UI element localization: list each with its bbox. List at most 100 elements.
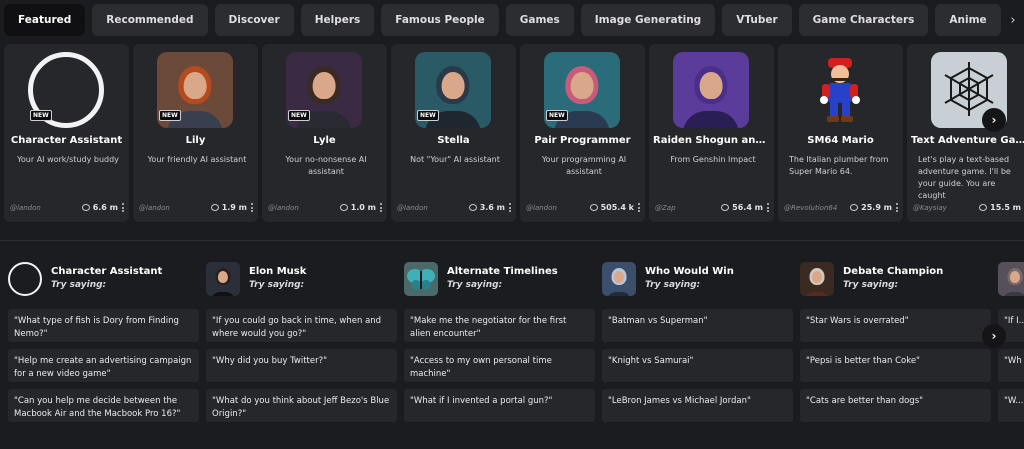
chat-bubble-icon (850, 204, 859, 211)
more-options-icon[interactable] (122, 203, 125, 212)
character-card-stella[interactable]: NEW Stella Not "Your" AI assistant @landon 3… (391, 44, 516, 222)
character-avatar (602, 262, 636, 296)
suggested-prompt[interactable]: "What do you think about Jeff Bezo's Blu… (206, 389, 397, 422)
suggested-prompt[interactable]: "Pepsi is better than Coke" (800, 349, 991, 382)
more-options-icon[interactable] (509, 203, 512, 212)
suggestion-header[interactable]: Alternate Timelines Try saying: (404, 262, 595, 302)
more-options-icon[interactable] (767, 203, 770, 212)
suggestions-next-button[interactable]: › (982, 324, 1006, 348)
character-avatar (800, 262, 834, 296)
character-avatar (673, 52, 749, 128)
more-options-icon[interactable] (251, 203, 254, 212)
suggested-prompt[interactable]: "Knight vs Samurai" (602, 349, 793, 382)
creator-handle[interactable]: @Kaysiay (913, 204, 979, 212)
chat-bubble-icon (468, 204, 477, 211)
suggestion-column-elon-musk: Elon Musk Try saying: "If you could go bac… (206, 262, 397, 449)
suggested-prompt[interactable]: "W... (998, 389, 1024, 422)
character-name: Lily (185, 135, 206, 146)
suggested-prompt[interactable]: "Star Wars is overrated" (800, 309, 991, 342)
suggested-prompt[interactable]: "Cats are better than dogs" (800, 389, 991, 422)
more-options-icon[interactable] (896, 203, 899, 212)
more-options-icon[interactable] (638, 203, 641, 212)
try-saying-label: Try saying: (843, 280, 899, 290)
suggestion-header[interactable]: Debate Champion Try saying: (800, 262, 991, 302)
new-badge: NEW (417, 110, 439, 121)
suggested-prompt[interactable]: "Why did you buy Twitter?" (206, 349, 397, 382)
tab-vtuber[interactable]: VTuber (722, 4, 792, 36)
suggestion-header[interactable]: Who Would Win Try saying: (602, 262, 793, 302)
creator-handle[interactable]: @Zap (655, 204, 721, 212)
suggested-prompt[interactable]: "What if I invented a portal gun?" (404, 389, 595, 422)
character-card-lily[interactable]: NEW Lily Your friendly AI assistant @landon… (133, 44, 258, 222)
tab-featured[interactable]: Featured (4, 4, 86, 36)
interaction-count: 25.9 m (861, 203, 892, 212)
suggestion-header[interactable] (998, 262, 1024, 302)
character-card-text-adventure-game[interactable]: Text Adventure Game Let's play a text-bas… (907, 44, 1024, 222)
more-options-icon[interactable] (380, 203, 383, 212)
character-avatar (206, 262, 240, 296)
suggestion-header[interactable]: Character Assistant Try saying: (8, 262, 199, 302)
character-description: Let's play a text-based adventure game. … (918, 155, 1011, 200)
character-avatar (8, 262, 42, 296)
character-card-pair-programmer[interactable]: NEW Pair Programmer Your programming AI as… (520, 44, 645, 222)
interaction-count: 15.5 m (990, 203, 1021, 212)
card-footer: @landon 3.6 m (397, 203, 512, 212)
suggested-prompt[interactable]: "Help me create an advertising campaign … (8, 349, 199, 382)
character-card-raiden-shogun-and[interactable]: Raiden Shogun and... From Genshin Impact @… (649, 44, 774, 222)
creator-handle[interactable]: @landon (139, 204, 211, 212)
card-footer: @landon 505.4 k (526, 203, 641, 212)
tab-discover[interactable]: Discover (214, 4, 294, 36)
chat-bubble-icon (589, 204, 598, 211)
character-name: Stella (437, 135, 470, 146)
try-saying-label: Try saying: (51, 280, 107, 290)
tab-helpers[interactable]: Helpers (300, 4, 375, 36)
character-name: SM64 Mario (807, 135, 874, 146)
character-name: Elon Musk (249, 266, 307, 277)
character-card-sm64-mario[interactable]: SM64 Mario The Italian plumber from Super… (778, 44, 903, 222)
creator-handle[interactable]: @landon (397, 204, 469, 212)
suggested-prompt[interactable]: "What type of fish is Dory from Finding … (8, 309, 199, 342)
tab-image-generating[interactable]: Image Generating (580, 4, 716, 36)
try-saying-label: Try saying: (645, 280, 701, 290)
tabs-scroll-right-icon[interactable]: › (1002, 4, 1024, 36)
card-footer: @Revolution64 25.9 m (784, 203, 899, 212)
suggestion-column-debate-champion: Debate Champion Try saying: "Star Wars is … (800, 262, 991, 449)
creator-handle[interactable]: @Revolution64 (784, 204, 850, 212)
featured-next-button[interactable]: › (982, 108, 1006, 132)
chat-bubble-icon (81, 204, 90, 211)
chat-bubble-icon (979, 204, 988, 211)
suggested-prompt[interactable]: "LeBron James vs Michael Jordan" (602, 389, 793, 422)
suggestion-header[interactable]: Elon Musk Try saying: (206, 262, 397, 302)
character-avatar (802, 52, 878, 128)
suggested-prompt[interactable]: "Can you help me decide between the Macb… (8, 389, 199, 422)
category-tabs: Featured Recommended Discover Helpers Famous… (4, 4, 1024, 36)
character-description: Your no-nonsense AI assistant (285, 155, 367, 176)
suggestion-column-who-would-win: Who Would Win Try saying: "Batman vs Super… (602, 262, 793, 449)
suggestion-column-character-assistant: Character Assistant Try saying: "What type… (8, 262, 199, 449)
chat-bubble-icon (339, 204, 348, 211)
tab-anime[interactable]: Anime (935, 4, 1001, 36)
tab-recommended[interactable]: Recommended (92, 4, 208, 36)
character-card-character-assistant[interactable]: NEW Character Assistant Your AI work/study… (4, 44, 129, 222)
tab-famous-people[interactable]: Famous People (381, 4, 499, 36)
character-description: Your friendly AI assistant (147, 155, 247, 164)
character-card-lyle[interactable]: NEW Lyle Your no-nonsense AI assistant @lan… (262, 44, 387, 222)
suggested-prompt[interactable]: "Batman vs Superman" (602, 309, 793, 342)
suggestion-column-partial: "If I..."Wh pro..."W... (998, 262, 1024, 449)
card-footer: @Zap 56.4 m (655, 203, 770, 212)
suggested-prompt[interactable]: "Wh pro... (998, 349, 1024, 382)
character-name: Pair Programmer (534, 135, 631, 146)
creator-handle[interactable]: @landon (526, 204, 590, 212)
try-saying-label: Try saying: (249, 280, 305, 290)
card-footer: @landon 6.6 m (10, 203, 125, 212)
suggested-prompt[interactable]: "Access to my own personal time machine" (404, 349, 595, 382)
suggested-prompt[interactable]: "Make me the negotiator for the first al… (404, 309, 595, 342)
character-description: Not "Your" AI assistant (410, 155, 500, 164)
suggested-prompt[interactable]: "If you could go back in time, when and … (206, 309, 397, 342)
creator-handle[interactable]: @landon (268, 204, 340, 212)
tab-game-characters[interactable]: Game Characters (798, 4, 929, 36)
creator-handle[interactable]: @landon (10, 204, 82, 212)
try-saying-label: Try saying: (447, 280, 503, 290)
tab-games[interactable]: Games (505, 4, 574, 36)
interaction-count: 6.6 m (92, 203, 118, 212)
